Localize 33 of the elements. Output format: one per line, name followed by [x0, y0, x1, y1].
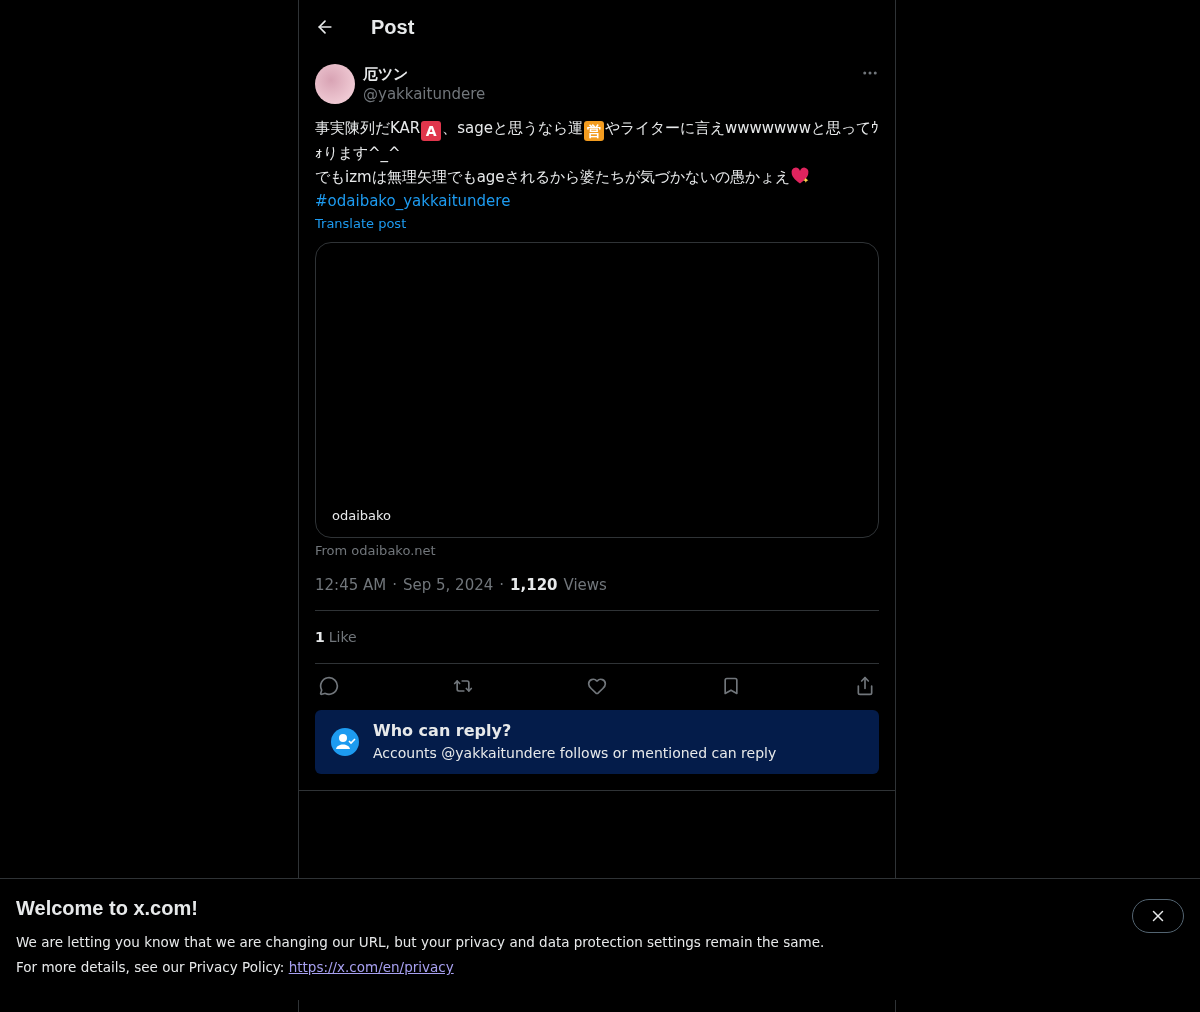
reply-icon[interactable]: [319, 676, 339, 696]
likes-count[interactable]: 1: [315, 629, 325, 645]
heart-icon[interactable]: [587, 676, 607, 696]
emoji-badge: A: [421, 121, 442, 141]
notice-title: Who can reply?: [373, 720, 513, 742]
sparkling-heart-icon: [789, 166, 810, 186]
author-handle[interactable]: @yakkaitundere: [363, 84, 853, 104]
person-check-icon: [331, 728, 359, 756]
avatar[interactable]: [315, 64, 355, 104]
banner-text: For more details, see our Privacy Policy: https://x.com/en/privacy: [16, 958, 455, 977]
separator-dot: ·: [499, 576, 505, 594]
privacy-link[interactable]: https://x.com/en/privacy: [288, 959, 454, 975]
likes-label[interactable]: Like: [328, 629, 357, 645]
post-text: 事実陳列だKAR A 、sageと思うなら運 営 やライターに言えwwwwwwwと思ってｳｫります^_^ でもizmは無理矢理でもageされるから婆たちが気づかないの愚かょえ #odaibako_yakkaitundere: [315, 118, 879, 212]
share-icon[interactable]: [855, 676, 875, 696]
link-card[interactable]: odaibako: [315, 242, 879, 538]
views-label: Views: [563, 576, 607, 594]
close-button[interactable]: [1132, 899, 1184, 933]
post-date[interactable]: Sep 5, 2024: [403, 576, 494, 594]
hashtag-link[interactable]: #odaibako_yakkaitundere: [315, 192, 511, 210]
page-title: Post: [371, 15, 415, 39]
banner-title: Welcome to x.com!: [16, 897, 198, 920]
banner-text: We are letting you know that we are changing our URL, but your privacy and data protection settings remain the same.: [16, 933, 826, 952]
card-source: From odaibako.net: [315, 543, 437, 558]
emoji-badge: 営: [584, 121, 605, 141]
card-label: odaibako: [332, 508, 392, 523]
bookmark-icon[interactable]: [721, 676, 741, 696]
separator-dot: ·: [392, 576, 397, 594]
views-count: 1,120: [510, 576, 558, 594]
translate-link[interactable]: Translate post: [315, 216, 407, 231]
notice-text: Accounts @yakkaitundere follows or mentioned can reply: [373, 744, 777, 763]
author-name[interactable]: 厄ツン: [363, 64, 853, 84]
post-time[interactable]: 12:45 AM: [315, 576, 387, 594]
